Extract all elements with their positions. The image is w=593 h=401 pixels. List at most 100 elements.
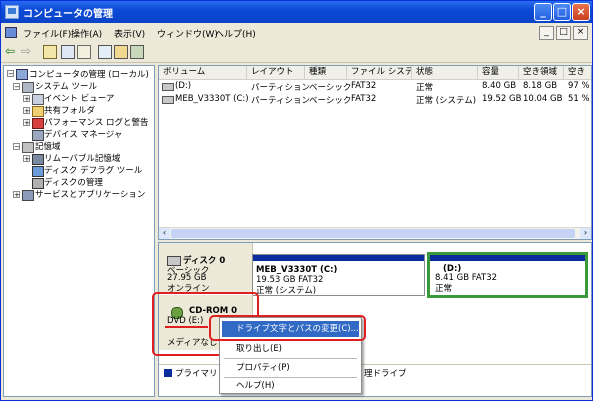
storage-icon xyxy=(22,142,34,153)
col-type[interactable]: 種類 xyxy=(305,66,347,80)
close-button[interactable]: × xyxy=(572,3,590,21)
expand-icon[interactable]: + xyxy=(13,191,20,199)
tree-shared-folders[interactable]: 共有フォルダ xyxy=(44,104,95,116)
mdi-controls: _ □ × xyxy=(537,26,588,40)
horizontal-scrollbar[interactable]: ‹ › xyxy=(159,227,591,239)
menu-window[interactable]: ウィンドウ(W) xyxy=(157,27,218,40)
mdi-restore-button[interactable]: □ xyxy=(556,26,571,40)
scroll-thumb[interactable] xyxy=(171,229,575,238)
volume-layout: パーティション xyxy=(251,96,310,106)
forward-arrow-icon[interactable]: ⇨ xyxy=(21,45,35,59)
volume-fs: FAT32 xyxy=(351,94,377,104)
volume-type: ベーシック xyxy=(309,83,352,93)
tree-storage[interactable]: 記憶域 xyxy=(35,140,61,152)
tree-performance-logs[interactable]: パフォーマンス ログと警告 xyxy=(44,116,149,128)
tree-services-apps[interactable]: サービスとアプリケーション xyxy=(35,188,145,200)
mdi-minimize-button[interactable]: _ xyxy=(539,26,554,40)
partition-status: 正常 (システム) xyxy=(256,286,317,296)
tree-disk-management[interactable]: ディスクの管理 xyxy=(44,176,103,188)
app-menu-icon[interactable] xyxy=(5,27,17,38)
toolbar: ⇦ ⇨ xyxy=(1,42,592,63)
minimize-button[interactable]: _ xyxy=(534,3,552,21)
tree-device-manager[interactable]: デバイス マネージャ xyxy=(44,128,122,140)
back-arrow-icon[interactable]: ⇦ xyxy=(5,45,19,59)
menu-help[interactable]: ヘルプ(H) xyxy=(215,27,256,40)
maximize-button[interactable]: □ xyxy=(553,3,571,21)
collapse-icon[interactable]: − xyxy=(13,83,20,91)
eject-item[interactable]: 取り出し(E) xyxy=(222,341,359,357)
partition-d[interactable]: (D:) 8.41 GB FAT32 正常 xyxy=(427,252,588,298)
volume-layout: パーティション xyxy=(251,83,310,93)
computer-icon xyxy=(16,69,28,80)
menu-item-highlight-annotation xyxy=(209,315,366,341)
primary-partition-bar xyxy=(253,255,424,261)
volume-free: 10.04 GB xyxy=(523,94,563,104)
help-icon[interactable] xyxy=(98,45,112,59)
window-title: コンピュータの管理 xyxy=(23,9,113,20)
volume-status: 正常 (システム) xyxy=(416,96,477,106)
col-volume[interactable]: ボリューム xyxy=(159,66,247,80)
volume-free-pct: 97 % xyxy=(568,81,590,91)
volume-fs: FAT32 xyxy=(351,81,377,91)
partition-name: MEB_V3330T (C:) xyxy=(256,265,338,275)
col-free-pct[interactable]: 空き xyxy=(564,66,591,80)
scroll-right-icon[interactable]: › xyxy=(580,228,591,239)
tree-event-viewer[interactable]: イベント ビューア xyxy=(44,92,114,104)
event-viewer-icon xyxy=(32,94,44,105)
services-icon xyxy=(22,190,34,201)
disk0-info-panel[interactable]: ディスク 0 ベーシック 27.95 GB オンライン xyxy=(159,243,253,294)
up-folder-icon[interactable] xyxy=(43,45,57,59)
col-capacity[interactable]: 容量 xyxy=(478,66,519,80)
computer-management-icon xyxy=(5,5,19,19)
menu-file[interactable]: ファイル(F) xyxy=(23,27,71,40)
volume-icon xyxy=(162,83,174,91)
tree-removable-storage[interactable]: リムーバブル記憶域 xyxy=(44,152,120,164)
title-bar[interactable]: コンピュータの管理 _ □ × xyxy=(1,1,592,23)
mdi-close-button[interactable]: × xyxy=(573,26,588,40)
console-tree: − コンピュータの管理 (ローカル) − システム ツール + イベント ビュー… xyxy=(3,65,155,397)
collapse-icon[interactable]: − xyxy=(7,70,14,78)
expand-icon[interactable]: + xyxy=(23,95,30,103)
expand-icon[interactable]: + xyxy=(23,155,30,163)
show-hide-tree-icon[interactable] xyxy=(61,45,75,59)
volume-list: ボリューム レイアウト 種類 ファイル システム 状態 容量 空き領域 空き (… xyxy=(158,65,592,240)
tools-icon xyxy=(22,82,34,93)
properties-item[interactable]: プロパティ(P) xyxy=(222,360,359,376)
volume-status: 正常 xyxy=(416,83,434,93)
partition-c[interactable]: MEB_V3330T (C:) 19.53 GB FAT32 正常 (システム) xyxy=(252,254,425,296)
scroll-left-icon[interactable]: ‹ xyxy=(159,228,170,239)
col-layout[interactable]: レイアウト xyxy=(247,66,305,80)
properties-icon[interactable] xyxy=(77,45,91,59)
volume-name[interactable]: (D:) xyxy=(175,81,191,91)
menu-separator xyxy=(224,358,357,359)
help-item[interactable]: ヘルプ(H) xyxy=(222,378,359,394)
volume-capacity: 19.52 GB xyxy=(482,94,522,104)
menu-action[interactable]: 操作(A) xyxy=(71,27,102,40)
expand-icon[interactable]: + xyxy=(23,107,30,115)
removable-storage-icon xyxy=(32,154,44,165)
primary-legend-swatch xyxy=(164,369,172,377)
primary-partition-bar xyxy=(430,255,585,261)
expand-icon[interactable]: + xyxy=(23,119,30,127)
tree-system-tools[interactable]: システム ツール xyxy=(35,80,97,92)
partition-status: 正常 xyxy=(435,284,453,294)
volume-type: ベーシック xyxy=(309,96,352,106)
shared-folder-icon xyxy=(32,106,44,117)
menu-view[interactable]: 表示(V) xyxy=(114,27,145,40)
col-filesystem[interactable]: ファイル システム xyxy=(347,66,412,80)
collapse-icon[interactable]: − xyxy=(13,143,20,151)
tree-disk-defrag[interactable]: ディスク デフラグ ツール xyxy=(44,164,142,176)
disk-icon[interactable] xyxy=(114,45,128,59)
col-status[interactable]: 状態 xyxy=(412,66,478,80)
volume-name[interactable]: MEB_V3330T (C:) xyxy=(175,94,249,104)
performance-icon xyxy=(32,118,44,129)
volume-free: 8.18 GB xyxy=(523,81,558,91)
legend-logical-drive: 理ドライブ xyxy=(364,369,407,379)
volume-free-pct: 51 % xyxy=(568,94,590,104)
defrag-icon xyxy=(32,166,44,177)
col-free[interactable]: 空き領域 xyxy=(519,66,564,80)
volume-capacity: 8.40 GB xyxy=(482,81,517,91)
settings-icon[interactable] xyxy=(130,45,144,59)
menu-bar: ファイル(F) 操作(A) 表示(V) ウィンドウ(W) ヘルプ(H) _ □ × xyxy=(1,23,592,43)
tree-root[interactable]: コンピュータの管理 (ローカル) xyxy=(29,68,149,80)
